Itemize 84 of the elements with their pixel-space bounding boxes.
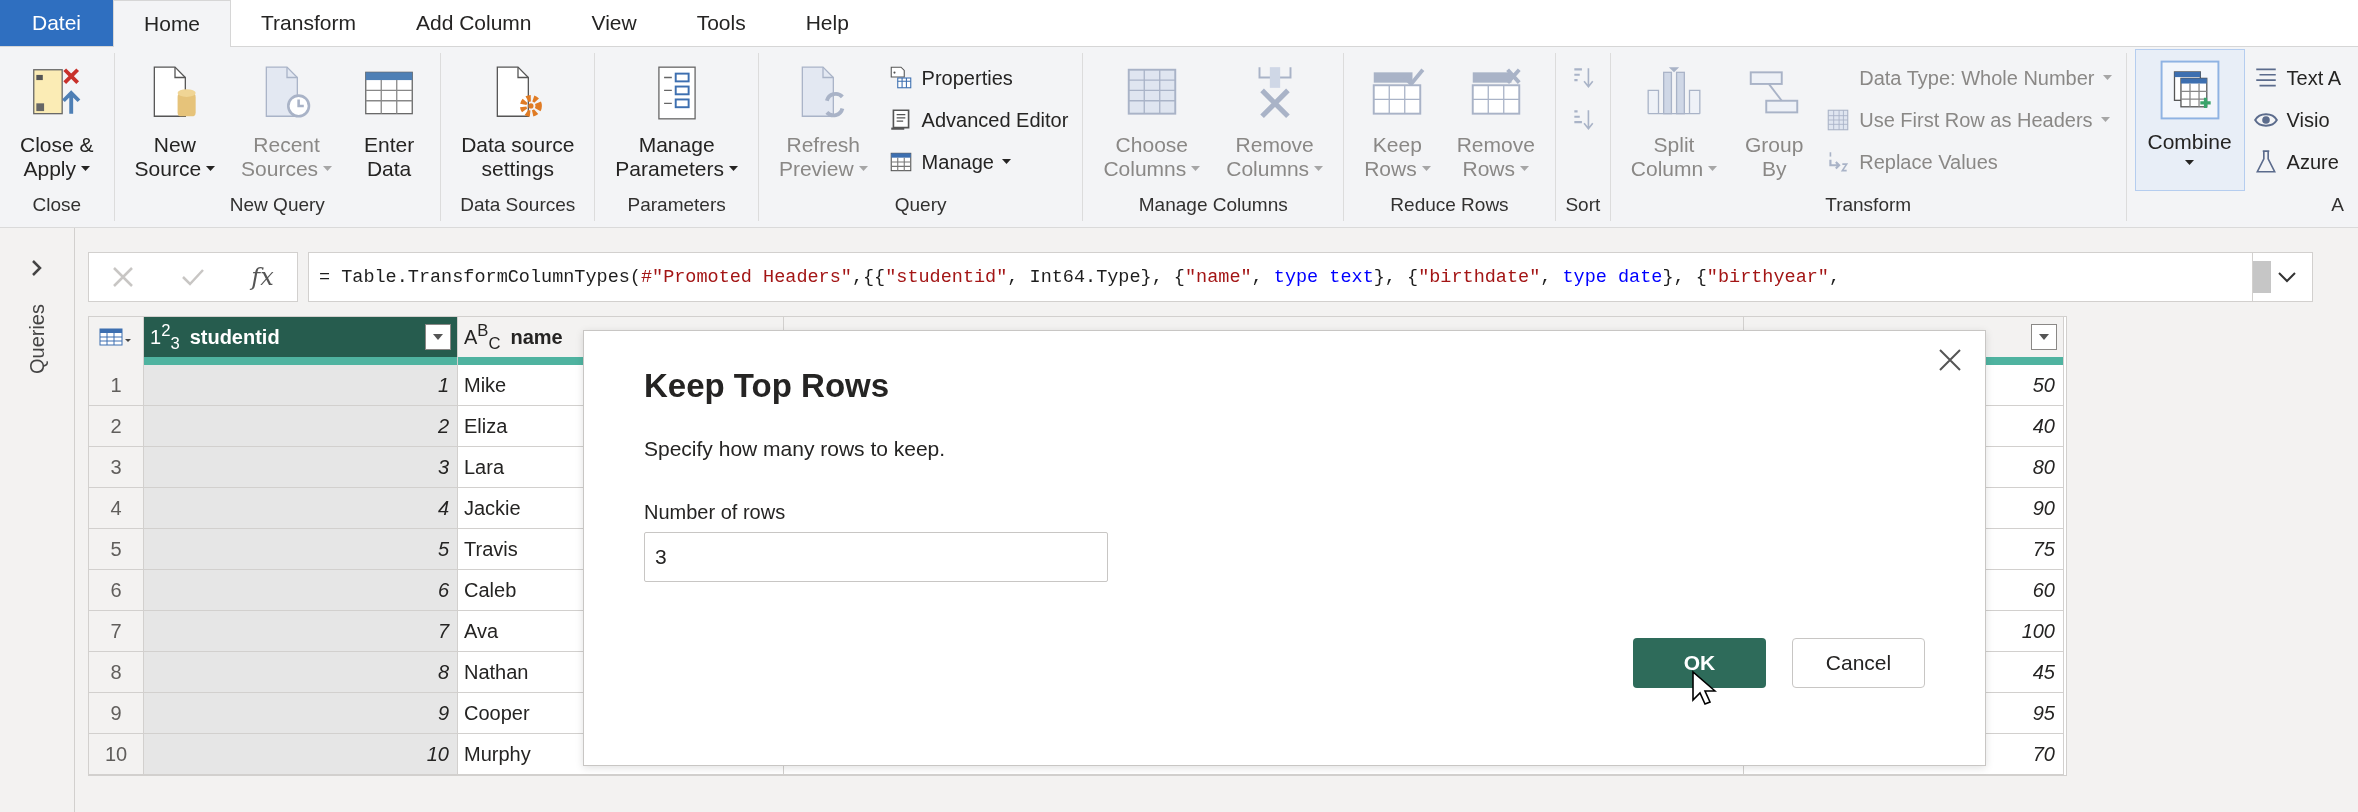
ribbon-button[interactable]: Manage Parameters [603, 53, 750, 185]
ribbon-tab[interactable]: Add Column [385, 0, 562, 46]
caret-icon [81, 166, 91, 172]
ribbon-button[interactable]: Text A [2246, 59, 2348, 97]
row-number: 8 [89, 652, 144, 693]
ribbon-button[interactable]: Enter Data [346, 53, 433, 185]
caret-icon [323, 166, 333, 172]
ribbon-button[interactable]: Close & Apply [8, 53, 106, 185]
ribbon-button[interactable]: Azure [2246, 143, 2348, 181]
caret-icon [1421, 166, 1431, 172]
row-number: 4 [89, 488, 144, 529]
ribbon-button[interactable]: Combine [2134, 49, 2245, 191]
ribbon-button[interactable]: Manage [881, 143, 1075, 181]
formula-field[interactable]: = Table.TransformColumnTypes(#"Promoted Headers",{{"studentid", Int64.Type}, {"name", type text}, {"birthdate", type date}, {"birthyear", [308, 252, 2253, 302]
table-icon [99, 327, 133, 347]
ribbon-tab[interactable]: Home [113, 0, 232, 47]
row-number: 10 [89, 734, 144, 775]
table-cell: 1 [144, 365, 458, 406]
filter-button[interactable] [2031, 324, 2057, 350]
row-number: 1 [89, 365, 144, 406]
ribbon-button[interactable]: Visio [2246, 101, 2348, 139]
table-menu-button[interactable] [89, 317, 144, 357]
caret-icon [2100, 117, 2110, 123]
table-cell: 7 [144, 611, 458, 652]
ribbon-button[interactable]: Properties [881, 59, 1075, 97]
ribbon-button[interactable]: Data source settings [449, 53, 587, 185]
table-cell: 9 [144, 693, 458, 734]
group-label: Sort [1564, 193, 1602, 217]
caret-icon [1708, 166, 1718, 172]
ribbon-tab[interactable]: View [561, 0, 667, 46]
group-label: Close [31, 193, 83, 217]
group-label: Query [893, 193, 948, 217]
caret-icon [2039, 334, 2049, 340]
filter-button[interactable] [425, 324, 451, 350]
table-cell: 2 [144, 406, 458, 447]
field-label: Number of rows [644, 501, 786, 524]
fx-label[interactable]: fx [251, 263, 274, 291]
table-cell: 4 [144, 488, 458, 529]
row-number: 7 [89, 611, 144, 652]
group-label: Parameters [626, 193, 727, 217]
caret-icon [433, 334, 443, 340]
ribbon-tab[interactable]: Transform [231, 0, 386, 46]
table-cell: 10 [144, 734, 458, 775]
ribbon-button[interactable]: New Source [122, 53, 228, 185]
ribbon-tab[interactable]: Tools [666, 0, 776, 46]
expand-formula-button[interactable] [2253, 252, 2313, 302]
cancel-button[interactable]: Cancel [1792, 638, 1925, 688]
file-tab[interactable]: Datei [0, 0, 114, 46]
group-label: A [2330, 193, 2345, 217]
checkmark-icon[interactable] [180, 267, 205, 287]
table-cell: 8 [144, 652, 458, 693]
combine-tables-icon [2158, 59, 2221, 121]
group-label: Data Sources [459, 193, 577, 217]
caret-icon [1191, 166, 1201, 172]
input-field[interactable]: 3 [644, 532, 1108, 582]
cursor-icon [1691, 670, 1717, 706]
chevron-right-icon[interactable] [30, 258, 44, 278]
caret-icon [1314, 166, 1324, 172]
chevron-down-icon [2277, 271, 2297, 283]
group-label: New Query [228, 193, 326, 217]
table-cell: 6 [144, 570, 458, 611]
row-number: 9 [89, 693, 144, 734]
caret-icon [728, 166, 738, 172]
table-cell: 5 [144, 529, 458, 570]
row-number: 2 [89, 406, 144, 447]
close-icon[interactable] [1939, 349, 1961, 371]
group-label: Reduce Rows [1389, 193, 1510, 217]
caret-icon [1520, 166, 1529, 172]
table-cell: 3 [144, 447, 458, 488]
row-number: 3 [89, 447, 144, 488]
ribbon-tab[interactable]: Help [775, 0, 879, 46]
caret-icon [2102, 75, 2112, 81]
scrollbar-thumb[interactable] [2253, 261, 2271, 293]
caret-icon [858, 166, 868, 172]
caret-icon [2185, 160, 2195, 166]
caret-icon [1001, 159, 1011, 165]
column-header[interactable]: 1$^{2}$$_{3}$ studentid [144, 317, 458, 357]
row-number: 5 [89, 529, 144, 570]
group-label: Transform [1824, 193, 1913, 217]
group-label: Manage Columns [1137, 193, 1289, 217]
ribbon-button[interactable]: Advanced Editor [881, 101, 1075, 139]
queries-label[interactable]: Queries [25, 304, 49, 375]
caret-icon [206, 166, 216, 172]
row-number: 6 [89, 570, 144, 611]
